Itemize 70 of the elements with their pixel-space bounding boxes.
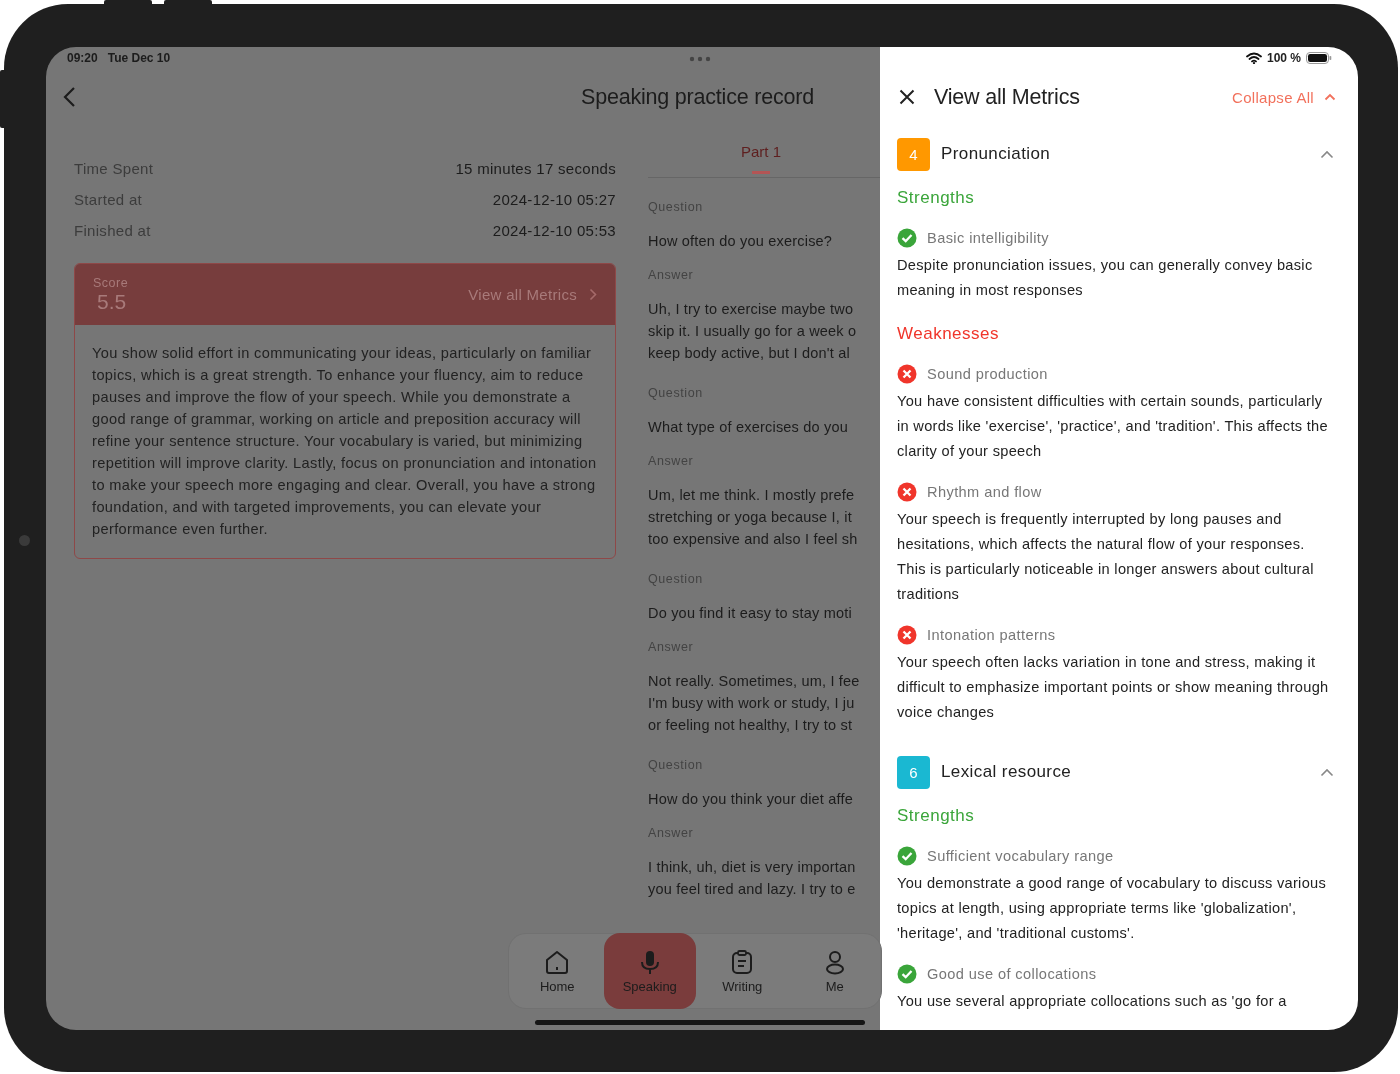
answer-text: I'm busy with work or study, I ju [648,694,856,713]
nav-tab[interactable]: Writing [696,934,789,1008]
item-description: Your speech is frequently interrupted by long pauses and hesitations, which affects the natural flow of your responses. This is particularly noticeable in longer answers about cultural traditions [897,510,1315,604]
score-value: 5.5 [97,289,128,314]
x-circle-icon [897,364,917,384]
item-description: Despite pronunciation issues, you can generally convey basic meaning in most responses [897,256,1314,300]
answer-text: keep body active, but I don't al [648,344,851,363]
battery-percent: 100 % [1266,51,1301,65]
answer-text: too expensive and also I feel sh [648,530,859,549]
answer-text: Uh, I try to exercise maybe two [648,300,855,319]
collapse-toggle[interactable] [1320,767,1334,777]
item-title: Rhythm and flow [927,484,1042,500]
feedback-text: You show solid effort in communicating your ideas, particularly on familiar topics, which is a great strength. To enhance your fluency, aim to reduce pauses and improve the flow of your speech. While you demonstrate a good range of grammar, working on article and preposition accuracy will refine your sentence structure. Your vocabulary is varied, but minimizing repetition will improve clarity. Lastly, focus on pronunciation and intonation to make your speech more engaging and clear. Overall, you have a strong foundation, and with targeted improvements, you can elevate your performance even further. [91,344,598,539]
wifi-icon [1245,52,1262,64]
item-description: You have consistent difficulties with certain sounds, particularly in words like 'exercise', 'practice', and 'tradition'. This affects the clarity of your speech [897,392,1329,461]
question-text: How often do you exercise? [648,232,834,251]
info-value: 2024-12-10 05:53 [492,222,616,239]
chevron-up-icon [1324,93,1336,101]
check-circle-icon [897,846,917,866]
question-text: What type of exercises do you [648,418,850,437]
collapse-toggle[interactable] [1320,149,1334,159]
group-heading: Strengths [897,805,976,827]
answer-text: skip it. I usually go for a week o [648,322,858,341]
view-metrics-link[interactable]: View all Metrics [468,286,597,303]
page-title: Speaking practice record [581,84,815,110]
metric-title: Pronunciation [941,144,1052,164]
group-heading: Strengths [897,187,976,209]
status-time: 09:20 [67,51,98,65]
status-date: Tue Dec 10 [107,51,171,65]
nav-tab[interactable]: Home [511,934,604,1008]
x-circle-icon [897,482,917,502]
info-label: Time Spent [74,160,154,177]
close-button[interactable] [899,89,915,105]
group-heading: Weaknesses [897,323,1000,345]
nav-tab[interactable]: Speaking [603,933,696,1009]
info-label: Started at [74,191,143,208]
answer-text: Um, let me think. I mostly prefe [648,486,856,505]
answer-text: Not really. Sometimes, um, I fee [648,672,861,691]
info-value: 15 minutes 17 seconds [455,160,616,177]
home-icon [544,948,571,975]
camera-dot [19,535,30,546]
x-circle-icon [897,625,917,645]
question-text: Do you find it easy to stay moti [648,604,853,623]
item-description: Your speech often lacks variation in tone and stress, making it difficult to emphasize important points or show meaning through voice changes [897,653,1330,722]
panel-title: View all Metrics [934,84,1081,110]
nav-tab[interactable]: Me [788,934,881,1008]
info-label: Finished at [74,222,151,239]
item-title: Sound production [927,366,1048,382]
score-badge: 6 [897,755,930,789]
battery-icon [1306,52,1332,64]
chevron-right-icon [589,288,597,301]
collapse-all-button[interactable]: Collapse All [1232,88,1336,106]
info-value: 2024-12-10 05:27 [492,191,616,208]
item-title: Basic intelligibility [927,230,1049,246]
item-description: You demonstrate a good range of vocabulary to discuss various topics at length, using appropriate terms like 'globalization', 'heritage', and 'traditional customs'. [897,874,1328,943]
item-title: Sufficient vocabulary range [927,848,1114,864]
metric-title: Lexical resource [941,762,1073,782]
question-text: How do you think your diet affe [648,790,855,809]
score-label: Score [93,275,129,290]
answer-text: stretching or yoga because I, it [648,508,853,527]
item-title: Good use of collocations [927,966,1097,982]
score-badge: 4 [897,137,930,171]
item-description: You use several appropriate collocations such as 'go for a [897,992,1288,1011]
check-circle-icon [897,964,917,984]
answer-text: or feeling not healthy, I try to st [648,716,854,735]
answer-text: I think, uh, diet is very importan [648,858,857,877]
more-dots-icon [689,56,711,62]
check-circle-icon [897,228,917,248]
item-title: Intonation patterns [927,627,1056,643]
answer-text: you feel tired and lazy. I try to e [648,880,857,899]
